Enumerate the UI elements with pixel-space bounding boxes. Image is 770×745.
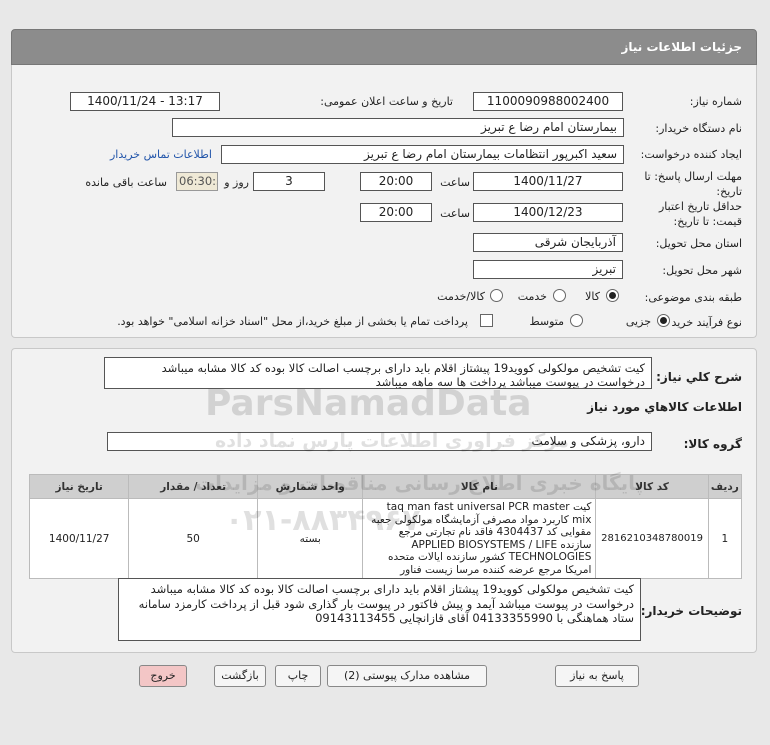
goods-group-label: گروه کالا: xyxy=(683,437,742,451)
radio-medium[interactable] xyxy=(570,314,583,327)
buyer-notes-label: توضیحات خریدار: xyxy=(640,604,742,618)
need-number-field[interactable]: 1100090988002400 xyxy=(473,92,623,111)
price-validity-date[interactable]: 1400/12/23 xyxy=(473,203,623,222)
radio-minor[interactable] xyxy=(657,314,670,327)
radio-goods-service[interactable] xyxy=(490,289,503,302)
treasury-payment-note: پرداخت تمام یا بخشی از مبلغ خرید،از محل … xyxy=(117,315,468,328)
delivery-city-label: شهر محل تحویل: xyxy=(662,264,742,277)
print-button[interactable]: چاپ xyxy=(275,665,321,687)
reply-deadline-time[interactable]: 20:00 xyxy=(360,172,432,191)
cell-code: 2816210348780019 xyxy=(595,498,709,579)
goods-group-field[interactable]: دارو، پزشکی و سلامت xyxy=(107,432,652,451)
col-unit: واحد شمارش xyxy=(257,474,364,499)
summary-label: شرح کلي نیاز: xyxy=(656,370,742,384)
reply-deadline-label: مهلت ارسال پاسخ: تا تاریخ: xyxy=(644,170,742,198)
table-header-row: ردیف کد کالا نام کالا واحد شمارش تعداد /… xyxy=(28,474,743,499)
need-number-label: شماره نیاز: xyxy=(689,95,742,108)
buyer-contact-link[interactable]: اطلاعات تماس خریدار xyxy=(110,148,212,161)
cell-date: 1400/11/27 xyxy=(28,498,130,579)
view-attachments-button[interactable]: مشاهده مدارک پیوستی (2) xyxy=(327,665,487,687)
reply-button[interactable]: پاسخ به نیاز xyxy=(555,665,639,687)
cell-row: 1 xyxy=(707,498,743,579)
price-time-label: ساعت xyxy=(440,207,470,220)
buyer-org-field[interactable]: بیمارستان امام رضا ع تبریز xyxy=(172,118,624,137)
radio-service-label: خدمت xyxy=(517,290,547,303)
summary-textarea[interactable]: کیت تشخیص مولکولی کووید19 پیشتاز اقلام ب… xyxy=(104,357,652,389)
creator-label: ایجاد کننده درخواست: xyxy=(640,148,742,161)
radio-goods-service-label: کالا/خدمت xyxy=(437,290,485,303)
cell-qty: 50 xyxy=(128,498,259,579)
col-row: ردیف xyxy=(707,474,743,499)
buyer-notes-textarea[interactable]: کیت تشخیص مولکولی کووید19 پیشتاز اقلام ب… xyxy=(118,578,641,641)
announce-datetime-field[interactable]: 1400/11/24 - 13:17 xyxy=(70,92,220,111)
creator-field[interactable]: سعید اکبرپور انتظامات بیمارستان امام رضا… xyxy=(221,145,624,164)
goods-table: ردیف کد کالا نام کالا واحد شمارش تعداد /… xyxy=(28,474,743,579)
reply-time-label: ساعت xyxy=(440,176,470,189)
reply-deadline-date[interactable]: 1400/11/27 xyxy=(473,172,623,191)
process-type-label: نوع فرآیند خرید : xyxy=(664,316,742,329)
buyer-org-label: نام دستگاه خریدار: xyxy=(655,122,742,135)
col-code: کد کالا xyxy=(595,474,709,499)
delivery-province-label: استان محل تحویل: xyxy=(655,237,742,250)
page-title: جزئیات اطلاعات نیاز xyxy=(621,40,742,54)
radio-medium-label: متوسط xyxy=(529,315,564,328)
announce-datetime-label: تاریخ و ساعت اعلان عمومی: xyxy=(320,95,453,108)
table-row[interactable]: 1 2816210348780019 کیت taq man fast univ… xyxy=(28,498,743,579)
radio-service[interactable] xyxy=(553,289,566,302)
cell-unit: بسته xyxy=(257,498,364,579)
price-validity-label: حداقل تاریخ اعتبار قیمت: تا تاریخ: xyxy=(658,200,742,228)
delivery-city-field[interactable]: تبریز xyxy=(473,260,623,279)
delivery-province-field[interactable]: آذربایجان شرقی xyxy=(473,233,623,252)
exit-button[interactable]: خروج xyxy=(139,665,187,687)
col-date: تاریخ نیاز xyxy=(28,474,130,499)
radio-goods[interactable] xyxy=(606,289,619,302)
col-qty: تعداد / مقدار xyxy=(128,474,259,499)
radio-minor-label: جزیی xyxy=(625,315,651,328)
treasury-payment-checkbox[interactable] xyxy=(480,314,493,327)
back-button[interactable]: بازگشت xyxy=(214,665,266,687)
reply-days-field[interactable]: 3 xyxy=(253,172,325,191)
remaining-time-field: 06:30:50 xyxy=(176,172,218,191)
radio-goods-label: کالا xyxy=(585,290,600,303)
price-validity-time[interactable]: 20:00 xyxy=(360,203,432,222)
days-label: روز و xyxy=(224,176,249,189)
goods-section-title: اطلاعات کالاهاي مورد نياز xyxy=(587,400,742,414)
subject-class-label: طبقه بندی موضوعی: xyxy=(644,291,742,304)
cell-name: کیت taq man fast universal PCR master mi… xyxy=(362,498,597,579)
page-header: جزئیات اطلاعات نیاز xyxy=(11,29,757,65)
col-name: نام کالا xyxy=(362,474,597,499)
remaining-label: ساعت باقی مانده xyxy=(85,176,167,189)
